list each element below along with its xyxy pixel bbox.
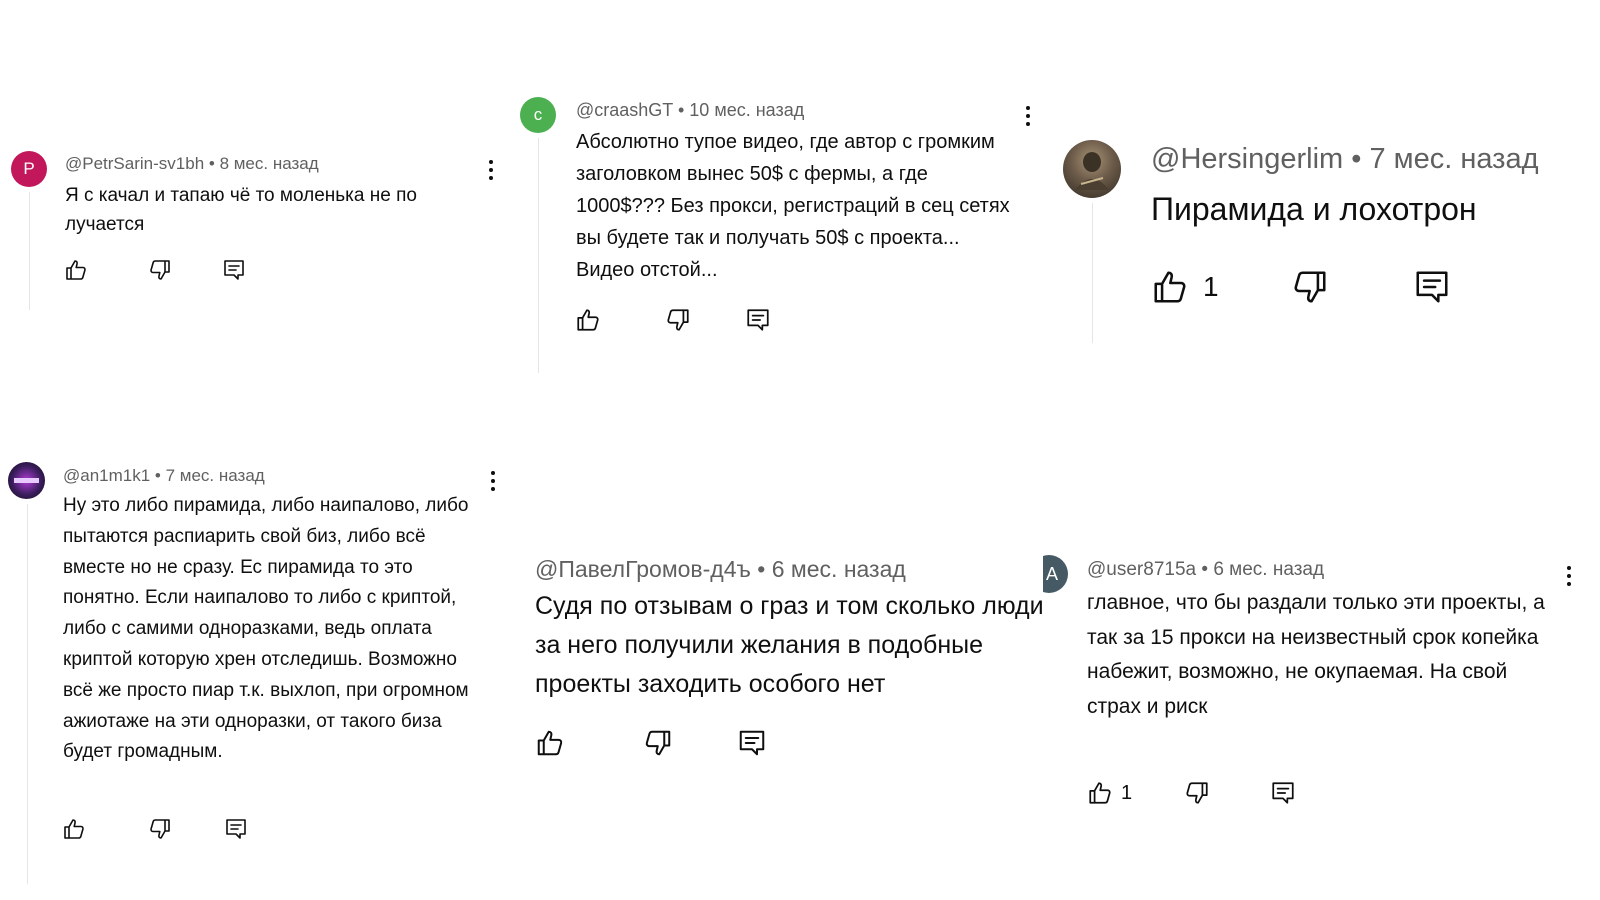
thumbs-up-icon (1087, 780, 1113, 806)
comment-actions: 1 (1087, 780, 1296, 806)
comment-meta: @Hersingerlim • 7 мес. назад (1151, 143, 1539, 176)
comment-meta: @an1m1k1 • 7 мес. назад (63, 466, 265, 486)
reply-icon (224, 817, 248, 841)
comment-text: Я с качал и тапаю чё то моленька не по л… (65, 185, 417, 236)
reply-button[interactable] (745, 307, 771, 333)
reply-icon (222, 258, 246, 282)
thumbs-up-icon (575, 307, 601, 333)
like-button[interactable] (64, 258, 88, 282)
meta-separator: • (672, 100, 690, 120)
thumbs-down-icon (1291, 268, 1329, 306)
meta-separator: • (204, 154, 220, 173)
author-name[interactable]: @an1m1k1 (63, 466, 150, 485)
timestamp[interactable]: 7 мес. назад (1369, 143, 1538, 175)
like-button[interactable] (535, 728, 565, 758)
thumbs-up-icon (1151, 268, 1189, 306)
thumbs-up-icon (535, 728, 565, 758)
reply-icon (745, 307, 771, 333)
comment-actions (575, 307, 771, 333)
more-options-icon[interactable] (487, 469, 499, 498)
like-count: 1 (1121, 781, 1133, 804)
avatar[interactable] (1063, 140, 1121, 198)
avatar[interactable]: c (520, 97, 556, 133)
meta-separator: • (150, 466, 166, 485)
crop-mask (1000, 550, 1043, 600)
comment-meta: @ПавелГромов-д4ъ • 6 мес. назад (535, 556, 906, 583)
comment-text: Абсолютно тупое видео, где автор с громк… (576, 131, 1010, 281)
reply-button[interactable] (737, 728, 767, 758)
meta-separator: • (1196, 559, 1214, 580)
dislike-button[interactable] (1184, 780, 1210, 806)
author-name[interactable]: @PetrSarin-sv1bh (65, 154, 204, 173)
timestamp[interactable]: 10 мес. назад (689, 100, 804, 120)
reply-button[interactable] (1270, 780, 1296, 806)
dislike-button[interactable] (643, 728, 673, 758)
like-button[interactable] (575, 307, 601, 333)
reply-button[interactable] (224, 817, 248, 841)
comment-meta: @PetrSarin-sv1bh • 8 мес. назад (65, 154, 319, 174)
author-name[interactable]: @craashGT (576, 100, 673, 120)
dislike-button[interactable] (665, 307, 691, 333)
photo-avatar-icon (14, 478, 39, 483)
comment-meta: @craashGT • 10 мес. назад (576, 100, 804, 121)
comment-text: Пирамида и лохотрон (1151, 191, 1477, 227)
dislike-button[interactable] (148, 258, 172, 282)
avatar-letter: c (533, 105, 543, 124)
thumbs-down-icon (148, 258, 172, 282)
thumbs-down-icon (1184, 780, 1210, 806)
more-options-icon[interactable] (1022, 104, 1034, 133)
avatar-letter: A (1045, 563, 1058, 584)
thread-line (538, 138, 539, 373)
like-count: 1 (1203, 271, 1219, 302)
thread-line (27, 504, 28, 884)
comment-actions: 1 (1151, 268, 1451, 306)
timestamp[interactable]: 8 мес. назад (220, 154, 319, 173)
meta-separator: • (1343, 143, 1370, 175)
comment-text: Ну это либо пирамида, либо наипалово, ли… (63, 495, 469, 763)
thread-line (1092, 203, 1093, 343)
dislike-button[interactable] (148, 817, 172, 841)
more-options-icon[interactable] (485, 158, 497, 187)
reply-icon (737, 728, 767, 758)
like-button[interactable]: 1 (1087, 780, 1132, 806)
comment-meta: @user8715a • 6 мес. назад (1087, 559, 1324, 581)
comment-actions (535, 728, 767, 758)
avatar[interactable]: P (11, 151, 47, 187)
like-button[interactable] (62, 817, 86, 841)
thumbs-down-icon (148, 817, 172, 841)
thread-line (29, 192, 30, 310)
meta-separator: • (750, 556, 772, 582)
timestamp[interactable]: 6 мес. назад (1213, 559, 1324, 580)
author-name[interactable]: @user8715a (1087, 559, 1196, 580)
comment-text: Судя по отзывам о граз и том сколько люд… (535, 592, 1044, 698)
dislike-button[interactable] (1291, 268, 1329, 306)
comment-actions (64, 258, 246, 282)
timestamp[interactable]: 6 мес. назад (772, 556, 906, 582)
avatar-letter: P (23, 159, 35, 178)
avatar[interactable] (8, 462, 45, 499)
thumbs-down-icon (665, 307, 691, 333)
reply-button[interactable] (222, 258, 246, 282)
author-name[interactable]: @Hersingerlim (1151, 143, 1343, 175)
author-name[interactable]: @ПавелГромов-д4ъ (535, 556, 751, 582)
reply-icon (1270, 780, 1296, 806)
comment-actions (62, 817, 248, 841)
like-button[interactable]: 1 (1151, 268, 1219, 306)
thumbs-down-icon (643, 728, 673, 758)
photo-avatar-icon (1075, 152, 1109, 190)
thumbs-up-icon (62, 817, 86, 841)
more-options-icon[interactable] (1563, 564, 1575, 593)
timestamp[interactable]: 7 мес. назад (166, 466, 265, 485)
reply-icon (1413, 268, 1451, 306)
thumbs-up-icon (64, 258, 88, 282)
reply-button[interactable] (1413, 268, 1451, 306)
comment-text: главное, что бы раздали только эти проек… (1087, 591, 1545, 718)
